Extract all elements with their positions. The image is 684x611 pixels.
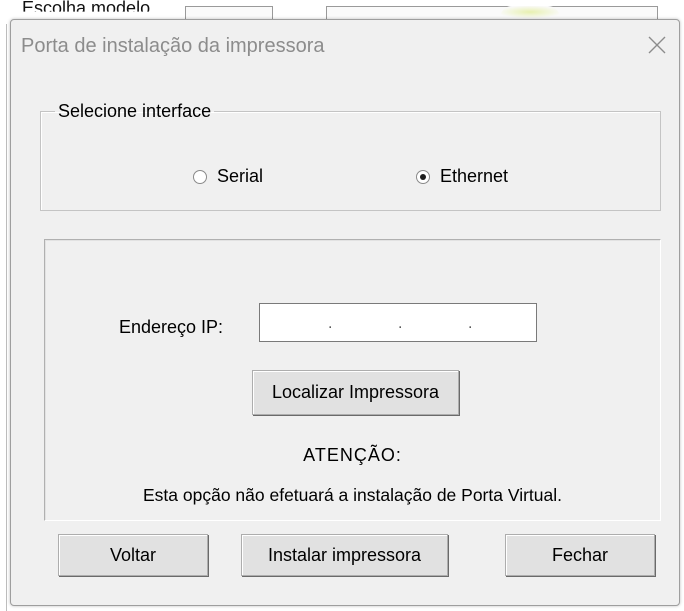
interface-group: Selecione interface Serial Ethernet (40, 101, 661, 211)
ip-address-input[interactable]: . . . (259, 303, 537, 342)
background-window-edge (6, 24, 7, 611)
background-field (185, 6, 273, 19)
ip-separator: . (328, 315, 333, 332)
title-bar[interactable]: Porta de instalação da impressora (11, 20, 679, 72)
attention-title: ATENÇÃO: (303, 445, 402, 465)
dialog-title: Porta de instalação da impressora (21, 35, 325, 57)
close-button[interactable] (639, 27, 675, 63)
back-button[interactable]: Voltar (58, 534, 208, 576)
printer-port-dialog: Porta de instalação da impressora Seleci… (10, 19, 680, 606)
radio-selected-dot (420, 173, 426, 180)
interface-group-legend: Selecione interface (58, 101, 212, 121)
radio-serial[interactable]: Serial (193, 166, 263, 187)
background-highlight (500, 6, 560, 18)
background-field (326, 6, 658, 19)
close-icon (648, 36, 666, 54)
radio-ethernet[interactable]: Ethernet (416, 166, 508, 187)
attention-text: Esta opção não efetuará a instalação de … (143, 485, 562, 505)
background-label: Escolha modelo (22, 0, 151, 18)
close-dialog-button[interactable]: Fechar (505, 534, 655, 576)
install-printer-button[interactable]: Instalar impressora (241, 534, 448, 576)
radio-button[interactable] (193, 169, 207, 184)
find-printer-button[interactable]: Localizar Impressora (252, 370, 459, 415)
radio-button[interactable] (416, 169, 430, 184)
ip-separator: . (468, 315, 473, 332)
ip-address-label: Endereço IP: (119, 317, 224, 337)
ip-separator: . (398, 315, 403, 332)
network-panel: Endereço IP: . . . Localizar Impressora … (44, 239, 661, 521)
radio-serial-label: Serial (217, 166, 264, 186)
radio-ethernet-label: Ethernet (440, 166, 509, 186)
